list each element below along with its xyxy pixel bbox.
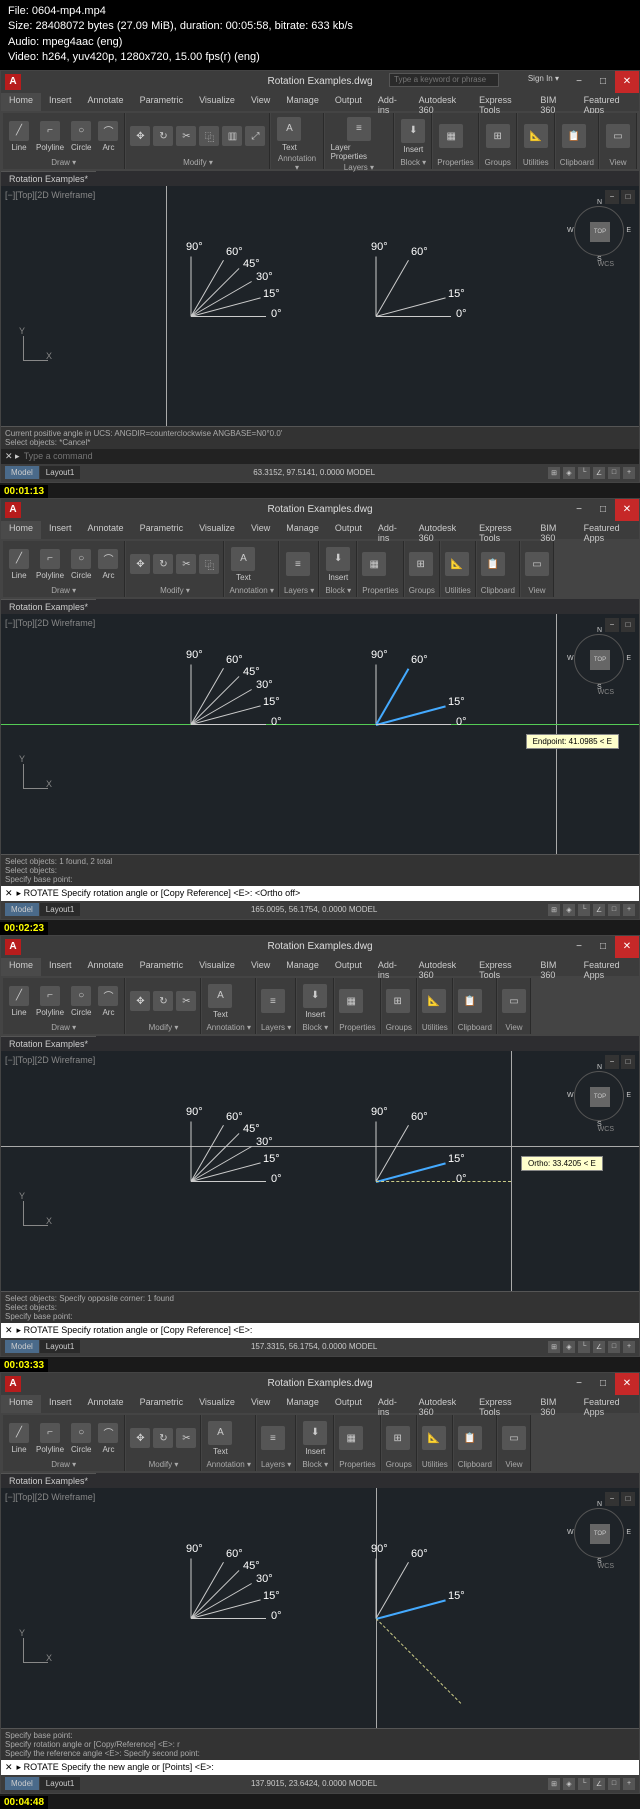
line-button[interactable]: ╱Line	[7, 119, 31, 154]
tab-a360[interactable]: Autodesk 360	[411, 93, 472, 111]
tab-bim360[interactable]: BIM 360	[532, 93, 575, 111]
tab-output[interactable]: Output	[327, 93, 370, 111]
window-title: Rotation Examples.dwg	[267, 76, 372, 87]
panel-layers: ≡Layer Properties Layers ▾	[325, 113, 395, 169]
panel-block: ⬇Insert Block ▾	[395, 113, 432, 169]
groups-button[interactable]: ⊞	[484, 122, 512, 150]
video-line: Video: h264, yuv420p, 1280x720, 15.00 fp…	[8, 50, 632, 65]
osnap-icon[interactable]: □	[608, 467, 620, 479]
file-line: File: 0604-mp4.mp4	[8, 4, 632, 19]
properties-button[interactable]: ▦	[437, 122, 465, 150]
viewport-4[interactable]: [−][Top][2D Wireframe] −□ NSEWTOP WCS 90…	[1, 1488, 639, 1728]
wcs-label: WCS	[598, 261, 614, 268]
command-history: Current positive angle in UCS: ANGDIR=co…	[1, 426, 639, 449]
dyn-icon[interactable]: +	[623, 467, 635, 479]
app-logo[interactable]: A	[5, 74, 21, 90]
move-icon[interactable]: ✥	[130, 126, 150, 146]
timestamp-1: 00:01:13	[0, 485, 48, 498]
text-button[interactable]: AText	[275, 115, 303, 154]
ortho-icon[interactable]: └	[578, 467, 590, 479]
tab-express[interactable]: Express Tools	[471, 93, 532, 111]
layout-tab[interactable]: Layout1	[40, 466, 80, 479]
tab-addins[interactable]: Add-ins	[370, 93, 411, 111]
panel-properties: ▦ Properties	[433, 113, 478, 169]
audio-line: Audio: mpeg4aac (eng)	[8, 35, 632, 50]
panel-draw: ╱Line ⌐Polyline ○Circle ⌒Arc Draw ▾	[3, 113, 125, 169]
trim-icon[interactable]: ✂	[176, 126, 196, 146]
panel-groups: ⊞ Groups	[480, 113, 517, 169]
timestamp-2: 00:02:23	[0, 922, 48, 935]
close-button[interactable]: ✕	[615, 71, 639, 93]
vp-max-icon[interactable]: □	[621, 190, 635, 204]
autocad-frame-1: A Rotation Examples.dwg Sign In ▾ − □ ✕ …	[0, 70, 640, 483]
tab-view[interactable]: View	[243, 93, 278, 111]
arc-button[interactable]: ⌒Arc	[96, 119, 120, 154]
signin-link[interactable]: Sign In ▾	[528, 74, 559, 83]
viewport-2[interactable]: [−][Top][2D Wireframe] −□ NSEWTOP WCS 90…	[1, 614, 639, 854]
viewcube[interactable]: N S E W TOP	[574, 206, 624, 256]
ribbon: ╱Line ⌐Polyline ○Circle ⌒Arc Draw ▾ ✥ ↻ …	[1, 111, 639, 171]
view-button[interactable]: ▭	[604, 122, 632, 150]
tab-featured[interactable]: Featured Apps	[576, 93, 639, 111]
panel-annotation: AText Annotation ▾	[271, 113, 323, 169]
viewport-controls: −□	[605, 190, 635, 204]
snap-tooltip: Endpoint: 41.0985 < E	[526, 734, 619, 749]
circle-button[interactable]: ○Circle	[69, 119, 93, 154]
tab-manage[interactable]: Manage	[278, 93, 327, 111]
polar-icon[interactable]: ∠	[593, 467, 605, 479]
viewport-3[interactable]: [−][Top][2D Wireframe] −□ NSEWTOP WCS 90…	[1, 1051, 639, 1291]
tab-annotate[interactable]: Annotate	[80, 93, 132, 111]
tracking-line	[1, 724, 639, 725]
copy-icon[interactable]: ⿻	[199, 126, 219, 146]
mirror-icon[interactable]: ▥	[222, 126, 242, 146]
maximize-button[interactable]: □	[591, 71, 615, 93]
timestamp-4: 00:04:48	[0, 1796, 48, 1809]
ortho-tooltip: Ortho: 33.4205 < E	[521, 1156, 603, 1171]
statusbar: Model Layout1 63.3152, 97.5141, 0.0000 M…	[1, 464, 639, 482]
viewport[interactable]: [−][Top][2D Wireframe] −□ N S E W TOP WC…	[1, 186, 639, 426]
tab-insert[interactable]: Insert	[41, 93, 80, 111]
autocad-frame-4: ARotation Examples.dwg−□✕ HomeInsertAnno…	[0, 1372, 640, 1794]
scale-icon[interactable]: ⤢	[245, 126, 265, 146]
tab-home[interactable]: Home	[1, 93, 41, 111]
viewport-label[interactable]: [−][Top][2D Wireframe]	[5, 190, 95, 200]
status-toggles: ⊞◈└∠□+	[548, 467, 635, 479]
grid-icon[interactable]: ⊞	[548, 467, 560, 479]
panel-view: ▭ View	[600, 113, 637, 169]
media-info-header: File: 0604-mp4.mp4 Size: 28408072 bytes …	[0, 0, 640, 70]
polyline-button[interactable]: ⌐Polyline	[34, 119, 66, 154]
coordinates: 63.3152, 97.5141, 0.0000 MODEL	[88, 468, 540, 477]
layer-props-button[interactable]: ≡Layer Properties	[329, 115, 390, 163]
titlebar: A Rotation Examples.dwg Sign In ▾ − □ ✕	[1, 71, 639, 93]
insert-button[interactable]: ⬇Insert	[399, 117, 427, 156]
vp-min-icon[interactable]: −	[605, 190, 619, 204]
search-input[interactable]	[389, 73, 499, 87]
command-input[interactable]: ✕ ▸	[1, 449, 639, 464]
size-line: Size: 28408072 bytes (27.09 MiB), durati…	[8, 19, 632, 34]
panel-clipboard: 📋 Clipboard	[556, 113, 599, 169]
timestamp-3: 00:03:33	[0, 1359, 48, 1372]
autocad-frame-3: ARotation Examples.dwg−□✕ HomeInsertAnno…	[0, 935, 640, 1357]
rotate-icon[interactable]: ↻	[153, 126, 173, 146]
snap-icon[interactable]: ◈	[563, 467, 575, 479]
model-tab[interactable]: Model	[5, 466, 39, 479]
crosshair-v	[166, 186, 167, 426]
utilities-button[interactable]: 📐	[522, 122, 550, 150]
panel-utilities: 📐 Utilities	[518, 113, 555, 169]
tab-parametric[interactable]: Parametric	[132, 93, 192, 111]
minimize-button[interactable]: −	[567, 71, 591, 93]
ribbon-tabs: Home Insert Annotate Parametric Visualiz…	[1, 93, 639, 111]
panel-modify: ✥ ↻ ✂ ⿻ ▥ ⤢ Modify ▾	[126, 113, 270, 169]
clipboard-button[interactable]: 📋	[560, 122, 588, 150]
tab-visualize[interactable]: Visualize	[191, 93, 243, 111]
file-tab[interactable]: Rotation Examples*	[1, 171, 96, 186]
autocad-frame-2: ARotation Examples.dwg−□✕ HomeInsertAnno…	[0, 498, 640, 920]
